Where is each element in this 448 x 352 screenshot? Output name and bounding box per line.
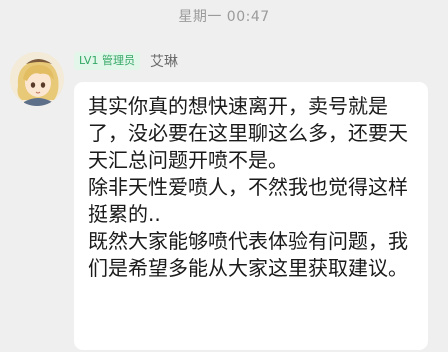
anime-character-avatar-icon: [10, 52, 64, 106]
sender-row: LV1 管理员 艾琳: [74, 50, 178, 72]
timestamp: 星期一 00:47: [178, 9, 270, 25]
role-badge: LV1 管理员: [74, 52, 140, 70]
message-paragraph: 既然大家能够喷代表体验有问题，我们是希望多能从大家这里获取建议。: [88, 229, 408, 280]
message-paragraph: 除非天性爱喷人，不然我也觉得这样挺累的..: [88, 175, 408, 226]
message-bubble[interactable]: 其实你真的想快速离开，卖号就是了，没必要在这里聊这么多，还要天天汇总问题开喷不是…: [74, 82, 428, 350]
avatar[interactable]: [10, 52, 64, 106]
message-paragraph: 其实你真的想快速离开，卖号就是了，没必要在这里聊这么多，还要天天汇总问题开喷不是…: [88, 94, 408, 172]
sender-name[interactable]: 艾琳: [150, 51, 178, 71]
